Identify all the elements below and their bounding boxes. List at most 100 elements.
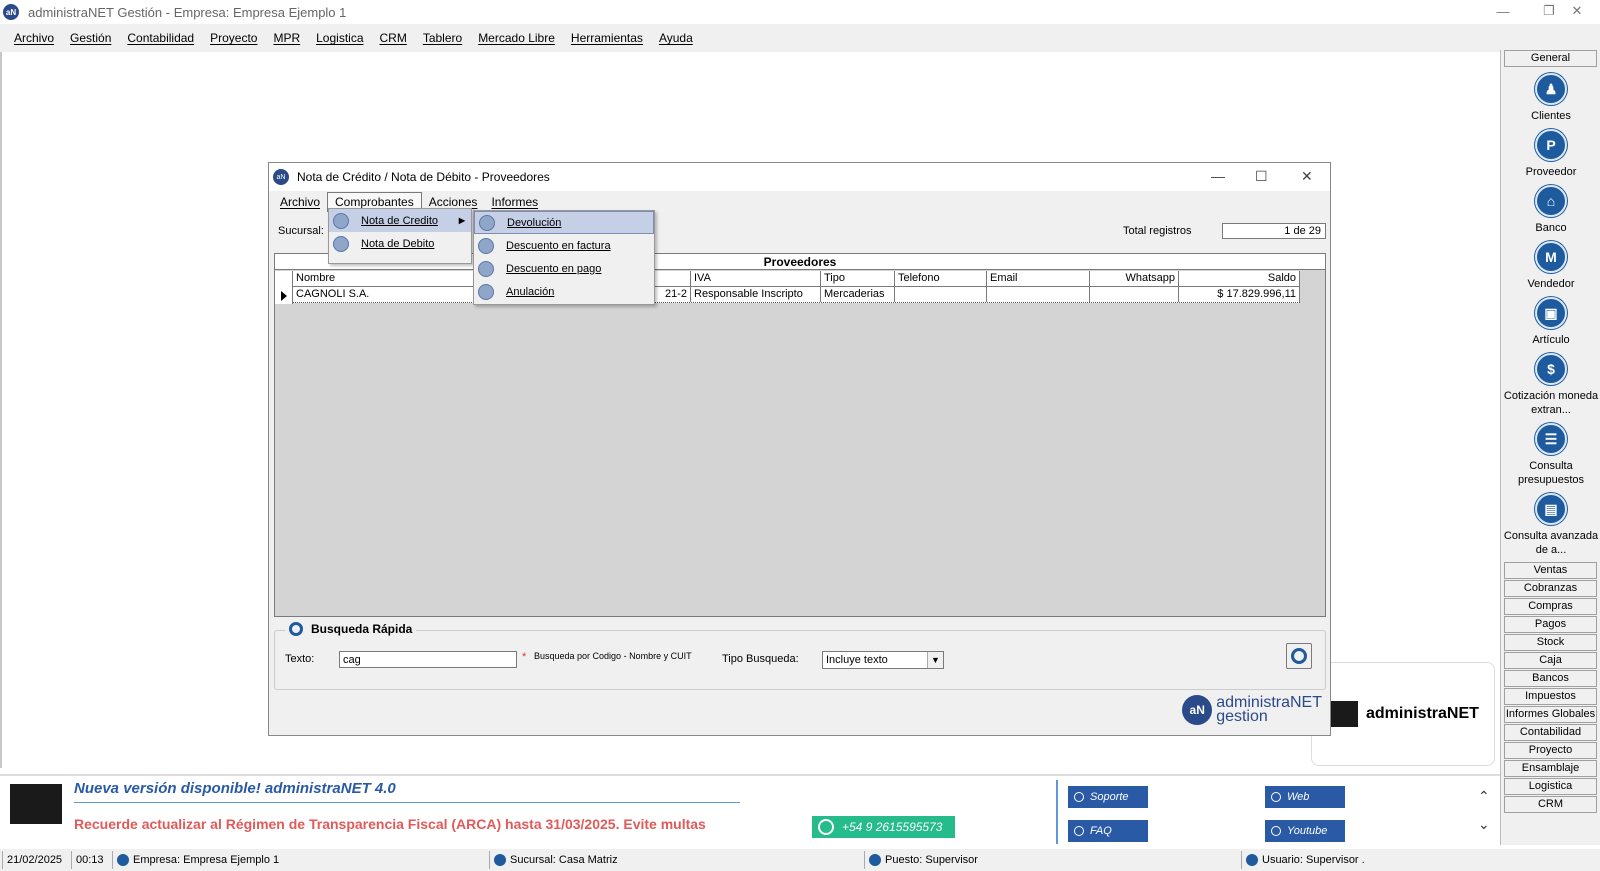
title-bar: aN administraNET Gestión - Empresa: Empr… (0, 0, 1600, 24)
search-button[interactable] (1286, 643, 1312, 669)
menu-contabilidad[interactable]: Contabilidad (119, 31, 202, 45)
dialog-logo: aN administraNET gestion (1182, 695, 1322, 725)
announcement-bar: Nueva versión disponible! administraNET … (0, 774, 1500, 846)
dialog-close-button[interactable]: ✕ (1301, 168, 1313, 185)
note-icon (333, 235, 349, 252)
sidebar-cat-cobranzas[interactable]: Cobranzas (1504, 580, 1597, 597)
sidebar-header-general[interactable]: General (1504, 50, 1597, 67)
sidebar-item-articulo[interactable]: ▣ Artículo (1501, 297, 1600, 347)
menu-mercado-libre[interactable]: Mercado Libre (470, 31, 563, 45)
menu-item-descuento-factura[interactable]: Descuento en factura (474, 234, 654, 257)
sidebar-item-proveedor[interactable]: P Proveedor (1501, 129, 1600, 179)
box-icon: ▣ (1535, 297, 1567, 329)
sidebar-cat-bancos[interactable]: Bancos (1504, 670, 1597, 687)
search-icon (289, 622, 303, 636)
user-icon (1246, 854, 1258, 866)
sidebar-cat-contabilidad[interactable]: Contabilidad (1504, 724, 1597, 741)
menu-proyecto[interactable]: Proyecto (202, 31, 265, 45)
row-indicator (275, 271, 293, 304)
menu-tablero[interactable]: Tablero (415, 31, 470, 45)
total-registros-value: 1 de 29 (1222, 223, 1326, 239)
dialog-title-bar: aN Nota de Crédito / Nota de Débito - Pr… (269, 163, 1330, 191)
status-sucursal: Sucursal: Casa Matriz (489, 851, 863, 869)
sidebar-item-presupuestos[interactable]: ☰ Consulta presupuestos (1501, 423, 1600, 487)
branch-icon (494, 854, 506, 866)
proveedores-grid: Proveedores Nombre IVA Tipo Telefono Ema… (274, 253, 1326, 617)
clients-icon: ♟ (1535, 73, 1567, 105)
search-hint: Busqueda por Codigo - Nombre y CUIT (534, 651, 692, 661)
currency-icon: $ (1535, 353, 1567, 385)
dialog-menu-informes[interactable]: Informes (484, 193, 545, 211)
dialog-title: Nota de Crédito / Nota de Débito - Prove… (297, 170, 550, 184)
sidebar-cat-stock[interactable]: Stock (1504, 634, 1597, 651)
menu-logistica[interactable]: Logistica (308, 31, 371, 45)
menu-item-devolucion[interactable]: Devolución (474, 211, 654, 234)
menu-item-anulacion[interactable]: Anulación (474, 280, 654, 303)
menu-item-nota-credito[interactable]: Nota de Credito ▶ (329, 209, 471, 232)
youtube-icon (1271, 826, 1281, 836)
col-tipo[interactable]: Tipo (821, 271, 895, 286)
menu-crm[interactable]: CRM (372, 31, 415, 45)
sidebar-cat-pagos[interactable]: Pagos (1504, 616, 1597, 633)
sidebar-item-banco[interactable]: ⌂ Banco (1501, 185, 1600, 235)
youtube-button[interactable]: Youtube (1265, 820, 1345, 842)
sidebar-item-vendedor[interactable]: M Vendedor (1501, 241, 1600, 291)
minimize-button[interactable]: — (1480, 0, 1526, 22)
sidebar-item-clientes[interactable]: ♟ Clientes (1501, 73, 1600, 123)
dialog-logo-line2: gestion (1216, 708, 1268, 725)
col-saldo[interactable]: Saldo (1179, 271, 1300, 286)
cell-email (987, 287, 1090, 302)
col-email[interactable]: Email (987, 271, 1090, 286)
dialog-maximize-button[interactable]: ☐ (1255, 168, 1268, 185)
tipo-busqueda-select[interactable]: Incluye texto ▼ (822, 651, 944, 669)
faq-button[interactable]: FAQ (1068, 820, 1148, 842)
sidebar-cat-impuestos[interactable]: Impuestos (1504, 688, 1597, 705)
sidebar-cat-ventas[interactable]: Ventas (1504, 562, 1597, 579)
status-time: 00:13 (71, 851, 111, 869)
quick-search-title: Busqueda Rápida (285, 622, 417, 636)
dialog-menu-archivo[interactable]: Archivo (273, 193, 327, 211)
scroll-down-icon[interactable]: ⌄ (1478, 816, 1490, 833)
close-button[interactable]: ✕ (1554, 0, 1600, 22)
col-whatsapp[interactable]: Whatsapp (1090, 271, 1179, 286)
right-sidebar: General ♟ Clientes P Proveedor ⌂ Banco M Ven… (1500, 50, 1600, 845)
sidebar-cat-proyecto[interactable]: Proyecto (1504, 742, 1597, 759)
support-icon (1074, 792, 1084, 802)
menu-gestion[interactable]: Gestión (62, 31, 119, 45)
search-input[interactable] (339, 651, 517, 668)
menu-archivo[interactable]: Archivo (6, 31, 62, 45)
window-title: administraNET Gestión - Empresa: Empresa… (28, 4, 347, 20)
soporte-button[interactable]: Soporte (1068, 786, 1148, 808)
menu-item-descuento-pago[interactable]: Descuento en pago (474, 257, 654, 280)
sidebar-cat-crm[interactable]: CRM (1504, 796, 1597, 813)
cell-whatsapp (1090, 287, 1179, 302)
brand-logo-panel: administraNET (1311, 662, 1495, 766)
faq-icon (1074, 826, 1084, 836)
total-registros-label: Total registros (1123, 225, 1192, 237)
web-button[interactable]: Web (1265, 786, 1345, 808)
sidebar-item-cotizacion[interactable]: $ Cotización moneda extran... (1501, 353, 1600, 417)
col-iva[interactable]: IVA (691, 271, 821, 286)
sidebar-cat-caja[interactable]: Caja (1504, 652, 1597, 669)
menu-item-nota-debito[interactable]: Nota de Debito (329, 232, 471, 255)
sidebar-cat-compras[interactable]: Compras (1504, 598, 1597, 615)
col-telefono[interactable]: Telefono (895, 271, 987, 286)
dialog-minimize-button[interactable]: — (1211, 168, 1225, 184)
menu-ayuda[interactable]: Ayuda (651, 31, 701, 45)
scroll-up-icon[interactable]: ⌃ (1478, 788, 1490, 805)
sidebar-cat-informes-globales[interactable]: Informes Globales (1504, 706, 1597, 723)
workstation-icon (869, 854, 881, 866)
document-icon: ☰ (1535, 423, 1567, 455)
whatsapp-button[interactable]: +54 9 2615595573 (812, 816, 955, 838)
table-row[interactable]: CAGNOLI S.A. 21-2 Responsable Inscripto M… (293, 287, 1300, 303)
menu-mpr[interactable]: MPR (265, 31, 308, 45)
seller-icon: M (1535, 241, 1567, 273)
note-icon (333, 212, 349, 229)
new-version-notice[interactable]: Nueva versión disponible! administraNET … (74, 780, 396, 797)
sidebar-cat-ensamblaje[interactable]: Ensamblaje (1504, 760, 1597, 777)
dialog-logo-mark: aN (1182, 695, 1213, 725)
sidebar-item-consulta-avanzada[interactable]: ▤ Consulta avanzada de a... (1501, 493, 1600, 557)
menu-herramientas[interactable]: Herramientas (563, 31, 651, 45)
submenu-arrow-icon: ▶ (458, 216, 465, 225)
sidebar-cat-logistica[interactable]: Logistica (1504, 778, 1597, 795)
